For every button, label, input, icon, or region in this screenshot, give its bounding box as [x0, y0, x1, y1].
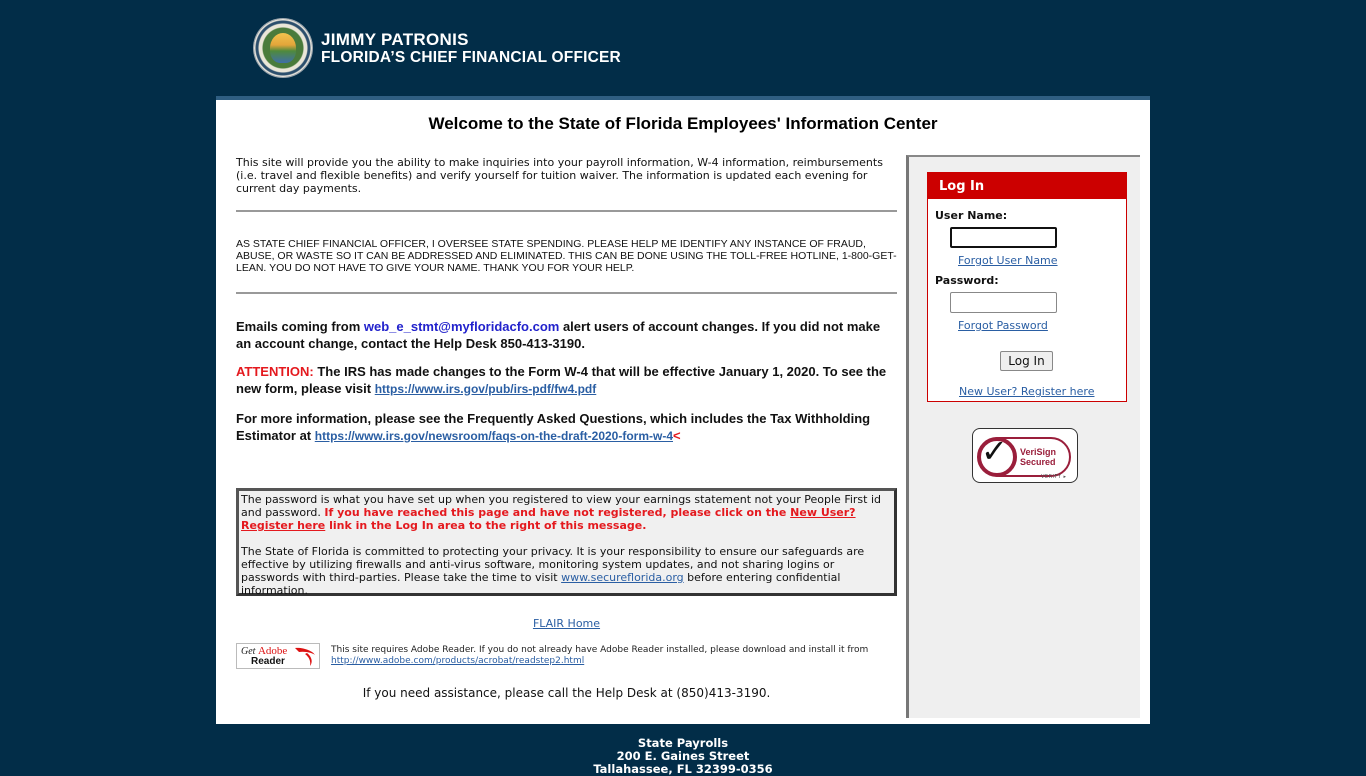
- adobe-reader-text: Reader: [251, 656, 285, 667]
- attention-label: ATTENTION:: [236, 364, 314, 379]
- password-label: Password:: [935, 274, 999, 287]
- adobe-swoosh-icon: [295, 647, 315, 666]
- get-adobe-reader-badge[interactable]: Get Adobe Reader: [236, 643, 320, 669]
- site-footer: State Payrolls 200 E. Gaines Street Tall…: [0, 737, 1366, 776]
- cfo-fraud-message: AS STATE CHIEF FINANCIAL OFFICER, I OVER…: [236, 238, 897, 274]
- cfo-title: FLORIDA’S CHIEF FINANCIAL OFFICER: [321, 49, 621, 66]
- login-title: Log In: [928, 173, 1126, 199]
- divider: [236, 210, 897, 212]
- password-input[interactable]: [950, 292, 1057, 313]
- register-text-b: link in the Log In area to the right of …: [325, 519, 647, 532]
- intro-text: This site will provide you the ability t…: [236, 156, 883, 195]
- login-panel: Log In User Name: Forgot User Name Passw…: [906, 155, 1140, 718]
- secureflorida-link[interactable]: www.secureflorida.org: [561, 571, 684, 584]
- faq-marker: <: [673, 428, 681, 443]
- cfo-seal-icon: [254, 19, 312, 77]
- site-header: JIMMY PATRONIS FLORIDA’S CHIEF FINANCIAL…: [0, 0, 1366, 96]
- checkmark-icon: ✓: [981, 432, 1008, 470]
- header-text: JIMMY PATRONIS FLORIDA’S CHIEF FINANCIAL…: [321, 30, 621, 66]
- helpdesk-text: If you need assistance, please call the …: [362, 686, 771, 700]
- username-label: User Name:: [935, 209, 1008, 222]
- footer-city: Tallahassee, FL 32399-0356: [593, 762, 773, 776]
- irs-faq-link[interactable]: https://www.irs.gov/newsroom/faqs-on-the…: [315, 429, 673, 443]
- emails-prefix: Emails coming from: [236, 319, 364, 334]
- adobe-download-link[interactable]: http://www.adobe.com/products/acrobat/re…: [331, 656, 584, 666]
- seal-emblem: [270, 33, 296, 63]
- info-column: This site will provide you the ability t…: [236, 152, 897, 700]
- register-instruction: If you have reached this page and have n…: [241, 506, 856, 532]
- faq-notice: For more information, please see the Fre…: [236, 410, 897, 445]
- flair-home-link[interactable]: FLAIR Home: [236, 617, 897, 630]
- adobe-text: This site requires Adobe Reader. If you …: [331, 645, 869, 655]
- main-content: Welcome to the State of Florida Employee…: [216, 96, 1150, 724]
- verisign-text: VeriSign Secured: [1020, 447, 1057, 467]
- email-address: web_e_stmt@myfloridacfo.com: [363, 319, 560, 334]
- divider: [236, 292, 897, 294]
- forgot-username-link[interactable]: Forgot User Name: [958, 254, 1058, 267]
- emails-notice: Emails coming from web_e_stmt@myfloridac…: [236, 319, 897, 352]
- register-text-a: If you have reached this page and have n…: [324, 506, 791, 519]
- login-button[interactable]: Log In: [1000, 351, 1053, 371]
- irs-w4-link[interactable]: https://www.irs.gov/pub/irs-pdf/fw4.pdf: [375, 382, 597, 396]
- cfo-name: JIMMY PATRONIS: [321, 30, 469, 49]
- privacy-paragraph: The State of Florida is committed to pro…: [241, 545, 892, 597]
- username-input[interactable]: [950, 227, 1057, 248]
- password-privacy-notice: The password is what you have set up whe…: [236, 488, 897, 597]
- forgot-password-link[interactable]: Forgot Password: [958, 319, 1048, 332]
- adobe-reader-notice: This site requires Adobe Reader. If you …: [331, 645, 891, 667]
- verisign-seal[interactable]: ✓ VeriSign Secured VERIFY ▸: [972, 428, 1078, 483]
- attention-notice: ATTENTION: The IRS has made changes to t…: [236, 364, 897, 397]
- register-link[interactable]: New User? Register here: [959, 385, 1094, 398]
- password-paragraph: The password is what you have set up whe…: [241, 493, 892, 532]
- page-title: Welcome to the State of Florida Employee…: [428, 114, 938, 133]
- login-form: Log In User Name: Forgot User Name Passw…: [927, 172, 1127, 402]
- verify-label: VERIFY ▸: [1041, 474, 1067, 480]
